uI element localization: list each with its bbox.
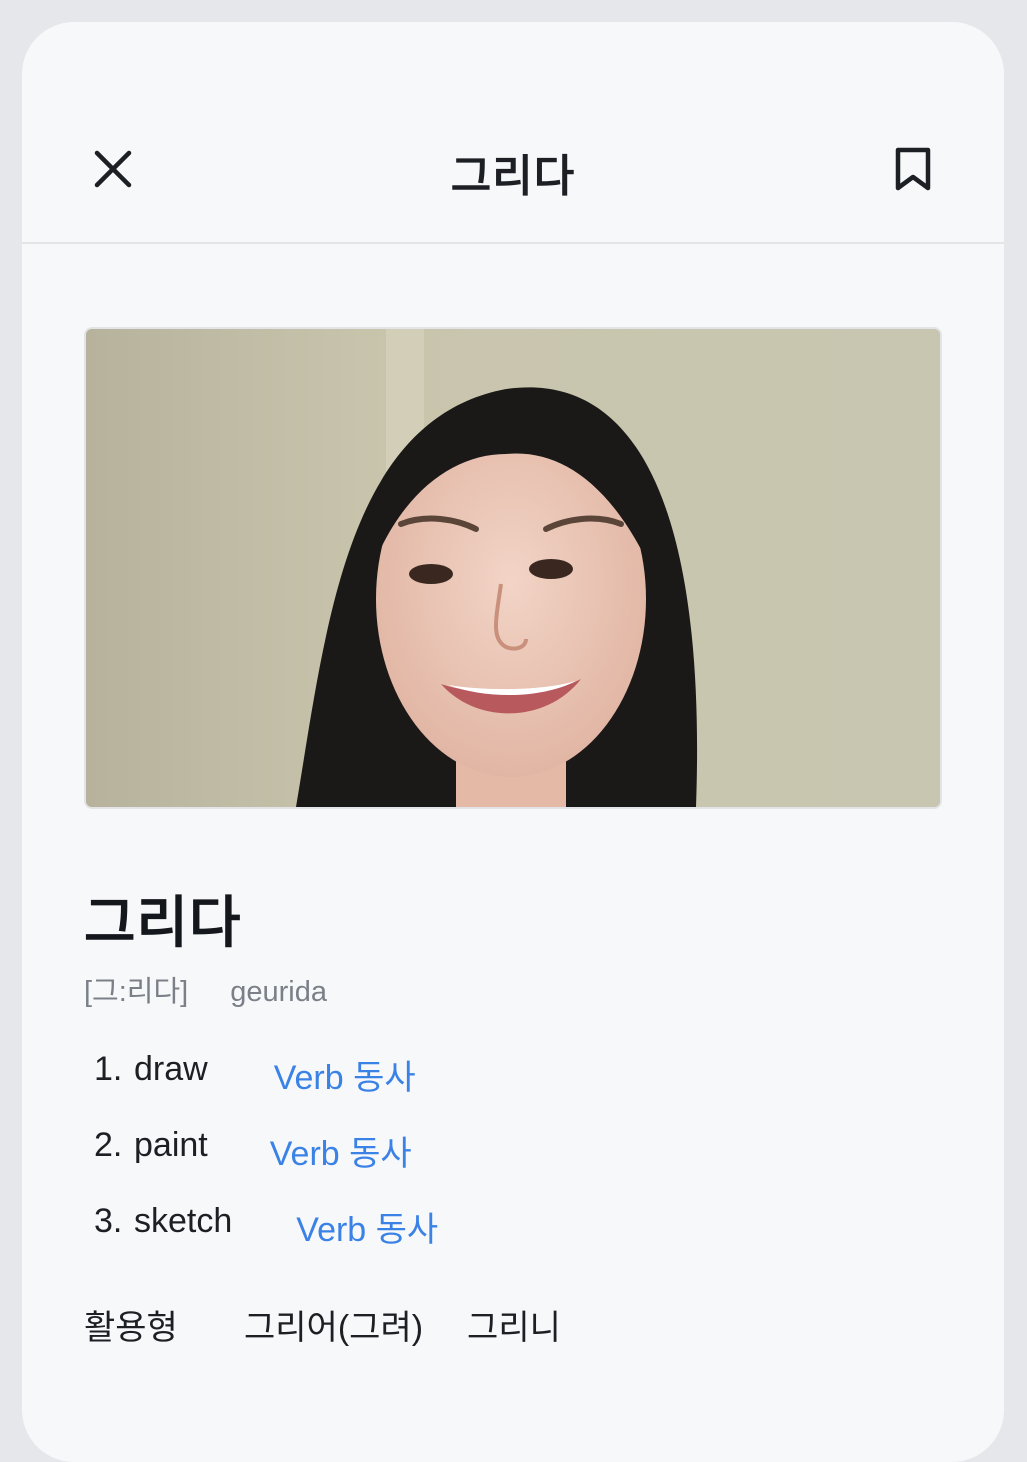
bookmark-button[interactable]: [888, 142, 938, 196]
conjugation-row: 활용형 그리어(그려) 그리니: [84, 1300, 605, 1349]
app-screen: 그리다 그리다 [그:리다] geurida 1. draw Verb 동사 2…: [22, 22, 1004, 1462]
speaker-video-image: [86, 329, 940, 807]
meaning-item: 2. paint Verb 동사: [94, 1126, 438, 1202]
conjugation-label: 활용형: [84, 1309, 178, 1347]
device-frame: 그리다 그리다 [그:리다] geurida 1. draw Verb 동사 2…: [0, 0, 1027, 1462]
meaning-item: 3. sketch Verb 동사: [94, 1202, 438, 1278]
meaning-text: sketch: [134, 1202, 233, 1240]
meaning-number: 2.: [94, 1126, 123, 1164]
part-of-speech-link[interactable]: Verb 동사: [274, 1050, 416, 1099]
romanization: geurida: [230, 976, 327, 1008]
part-of-speech-link[interactable]: Verb 동사: [270, 1126, 412, 1175]
pronunciation-row: [그:리다] geurida: [84, 968, 327, 1010]
meaning-text: draw: [134, 1050, 208, 1088]
video-player[interactable]: [84, 327, 942, 809]
top-bar: 그리다: [22, 22, 1004, 244]
page-title: 그리다: [450, 152, 576, 201]
bookmark-icon: [895, 147, 931, 191]
headword: 그리다: [84, 891, 242, 954]
part-of-speech-link[interactable]: Verb 동사: [296, 1202, 438, 1251]
meaning-number: 3.: [94, 1202, 123, 1240]
meanings-list: 1. draw Verb 동사 2. paint Verb 동사 3. sket…: [94, 1050, 438, 1278]
meaning-number: 1.: [94, 1050, 123, 1088]
conjugation-form[interactable]: 그리니: [467, 1300, 561, 1349]
meaning-text: paint: [134, 1126, 208, 1164]
meaning-item: 1. draw Verb 동사: [94, 1050, 438, 1126]
pronunciation: [그:리다]: [84, 976, 189, 1008]
conjugation-form[interactable]: 그리어(그려): [244, 1300, 423, 1349]
